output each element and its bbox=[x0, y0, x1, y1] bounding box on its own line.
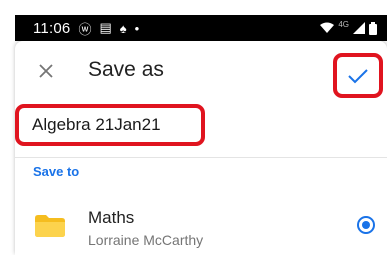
save-to-label: Save to bbox=[33, 164, 80, 179]
status-bar: 11:06 ⓦ ▤ ♠ • 4G bbox=[15, 15, 387, 41]
divider bbox=[15, 157, 387, 158]
status-right: 4G bbox=[320, 19, 377, 35]
network-type: 4G bbox=[338, 19, 349, 29]
confirm-button[interactable] bbox=[333, 53, 383, 98]
app-icon: ♠ bbox=[119, 20, 127, 36]
more-notifications-icon: • bbox=[134, 20, 140, 36]
notification-icons: ⓦ ▤ ♠ • bbox=[78, 19, 139, 38]
folder-owner: Lorraine McCarthy bbox=[88, 232, 204, 248]
battery-icon bbox=[369, 21, 377, 35]
folder-icon bbox=[35, 215, 65, 237]
save-as-dialog: Save as Save to Maths Lorraine McCarthy bbox=[15, 41, 387, 255]
close-icon bbox=[39, 64, 53, 78]
message-icon: ▤ bbox=[99, 20, 112, 35]
wifi-icon bbox=[320, 22, 335, 33]
close-button[interactable] bbox=[33, 58, 59, 84]
folder-name: Maths bbox=[88, 208, 135, 227]
whatsapp-icon: ⓦ bbox=[78, 21, 92, 37]
file-name-input[interactable] bbox=[32, 115, 202, 135]
folder-item-maths[interactable]: Maths Lorraine McCarthy bbox=[15, 199, 387, 255]
status-time: 11:06 bbox=[33, 19, 71, 37]
file-name-field[interactable] bbox=[15, 104, 205, 146]
check-icon bbox=[348, 68, 368, 83]
folder-radio-selected[interactable] bbox=[357, 216, 375, 234]
radio-dot bbox=[362, 221, 370, 229]
dialog-title: Save as bbox=[88, 58, 164, 81]
signal-icon bbox=[353, 22, 365, 34]
dialog-header: Save as bbox=[15, 41, 387, 103]
